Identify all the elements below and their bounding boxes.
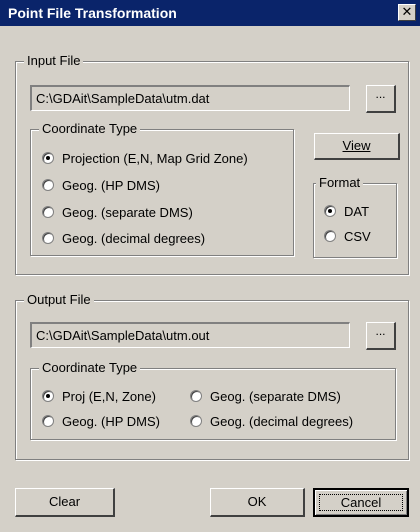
input-radio-geog-separate-dms-label: Geog. (separate DMS) [62,204,193,220]
radio-checked-icon [324,205,336,217]
cancel-button-label: Cancel [340,495,382,510]
view-button[interactable]: View [314,133,400,160]
input-radio-geog-decimal-degrees-label: Geog. (decimal degrees) [62,230,206,246]
window-title: Point File Transformation [8,5,177,21]
close-icon[interactable]: ✕ [398,4,416,21]
input-browse-button[interactable]: ... [366,85,396,113]
output-radio-geog-hp-dms-label: Geog. (HP DMS) [62,413,161,429]
radio-unchecked-icon [42,206,54,218]
format-radio-csv-label: CSV [344,228,371,244]
format-radio-csv[interactable]: CSV [324,227,371,245]
radio-checked-icon [42,390,54,402]
output-radio-geog-decimal-degrees[interactable]: Geog. (decimal degrees) [190,412,353,430]
format-group-label: Format [316,175,364,191]
ok-button[interactable]: OK [210,488,305,517]
output-radio-proj[interactable]: Proj (E,N, Zone) [42,387,156,405]
output-file-path-field[interactable]: C:\GDAit\SampleData\utm.out [30,322,350,348]
radio-unchecked-icon [190,415,202,427]
output-file-group-label: Output File [24,292,94,308]
cancel-button[interactable]: Cancel [313,488,409,517]
input-browse-label: ... [375,87,386,101]
input-radio-projection[interactable]: Projection (E,N, Map Grid Zone) [42,149,248,167]
output-browse-button[interactable]: ... [366,322,396,350]
radio-unchecked-icon [42,415,54,427]
format-radio-dat-label: DAT [344,203,370,219]
output-radio-geog-hp-dms[interactable]: Geog. (HP DMS) [42,412,160,430]
input-file-path-field[interactable]: C:\GDAit\SampleData\utm.dat [30,85,350,111]
output-radio-proj-label: Proj (E,N, Zone) [62,388,156,404]
clear-button-label: Clear [48,494,81,509]
view-button-label: View [342,138,371,153]
output-browse-label: ... [375,324,386,338]
input-coordinate-type-label: Coordinate Type [39,121,141,137]
output-radio-geog-separate-dms[interactable]: Geog. (separate DMS) [190,387,341,405]
output-radio-geog-decimal-degrees-label: Geog. (decimal degrees) [210,413,354,429]
radio-unchecked-icon [324,230,336,242]
input-radio-geog-separate-dms[interactable]: Geog. (separate DMS) [42,203,193,221]
title-bar: Point File Transformation ✕ [0,0,420,26]
input-radio-projection-label: Projection (E,N, Map Grid Zone) [62,150,248,166]
clear-button[interactable]: Clear [15,488,115,517]
radio-unchecked-icon [190,390,202,402]
output-coordinate-type-label: Coordinate Type [39,360,141,376]
radio-unchecked-icon [42,232,54,244]
input-file-group-label: Input File [24,53,84,69]
ok-button-label: OK [247,494,267,509]
format-group: Format [313,175,397,258]
input-radio-geog-decimal-degrees[interactable]: Geog. (decimal degrees) [42,229,205,247]
format-radio-dat[interactable]: DAT [324,202,369,220]
radio-unchecked-icon [42,179,54,191]
input-radio-geog-hp-dms[interactable]: Geog. (HP DMS) [42,176,160,194]
input-radio-geog-hp-dms-label: Geog. (HP DMS) [62,177,161,193]
output-radio-geog-separate-dms-label: Geog. (separate DMS) [210,388,341,404]
point-file-transformation-dialog: Point File Transformation ✕ Input File C… [0,0,420,532]
radio-checked-icon [42,152,54,164]
